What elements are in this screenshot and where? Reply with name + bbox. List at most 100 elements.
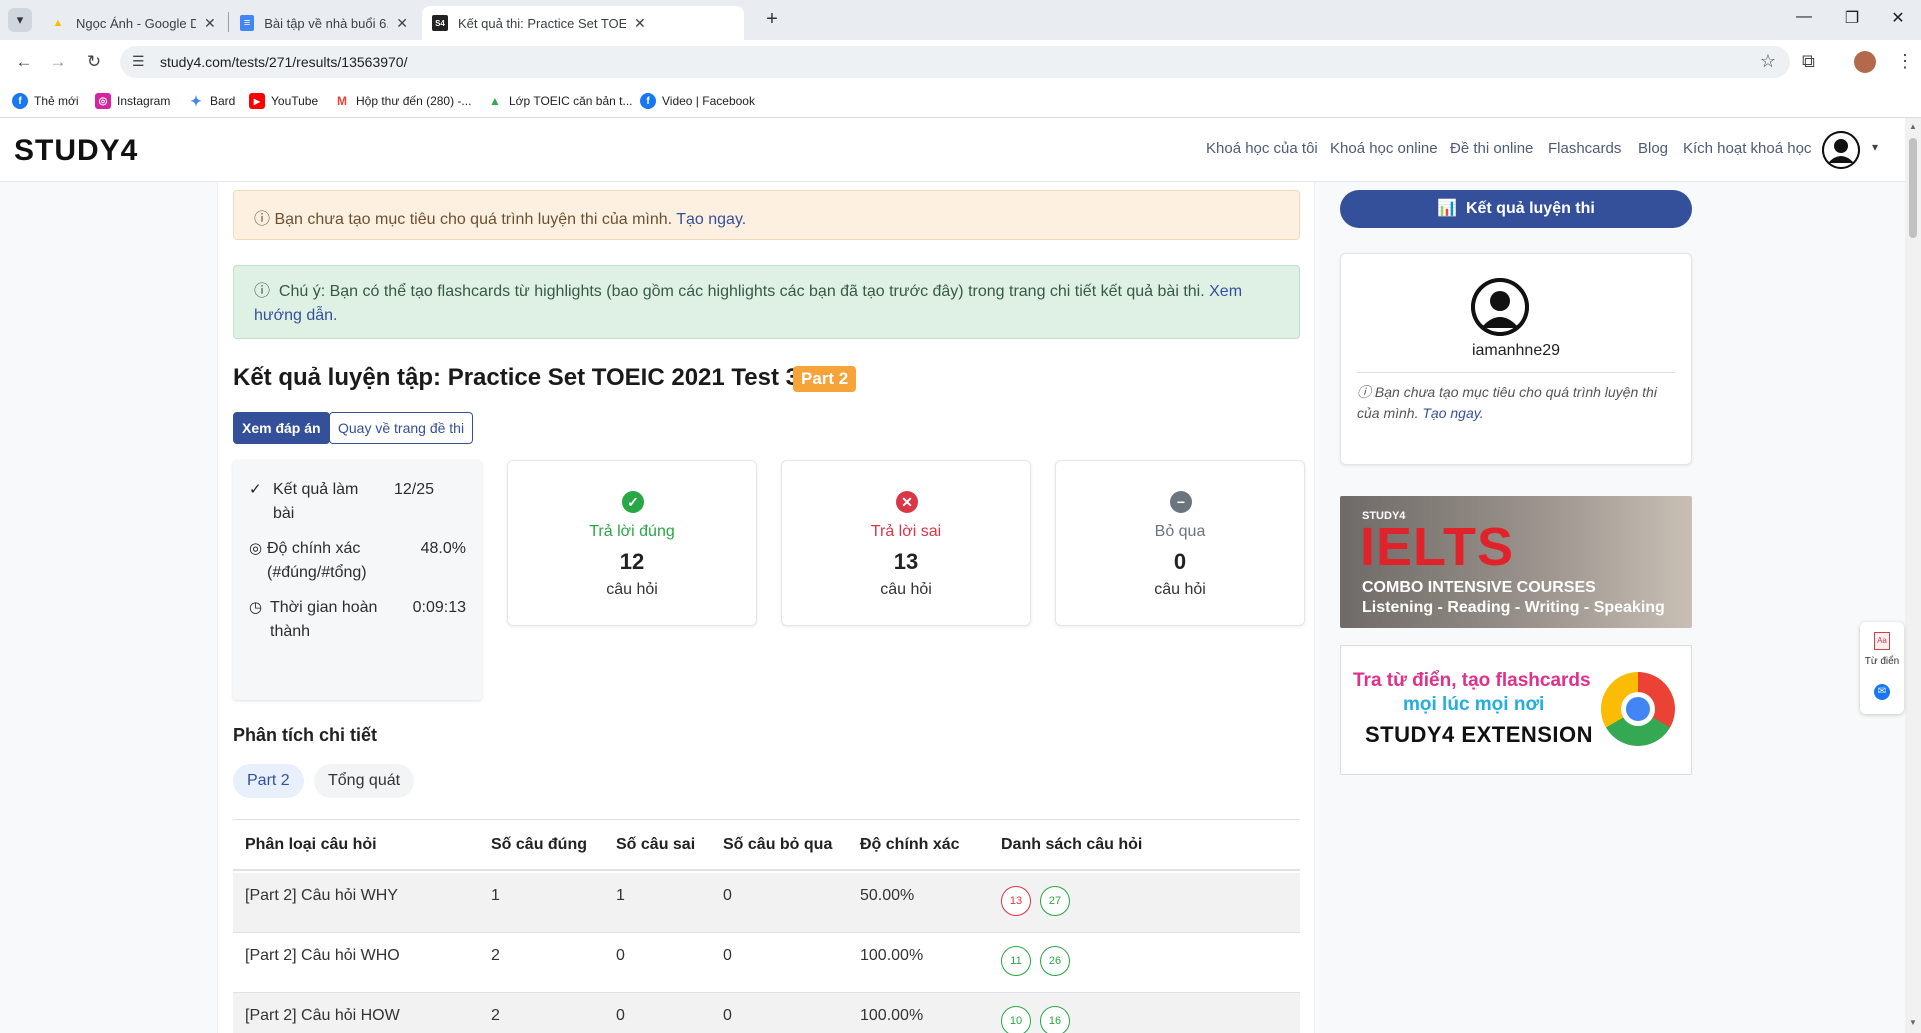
stat-value: 12 [619,549,645,574]
nav-online-tests[interactable]: Đề thi online [1450,140,1533,157]
page-scrollbar[interactable]: ▲ ▼ [1905,118,1921,1033]
tab-google-drive[interactable]: ▲ Ngọc Ánh - Google Drive ✕ [40,6,226,40]
menu-kebab-icon[interactable]: ⋮ [1896,51,1914,72]
instagram-icon: ◎ [95,93,111,109]
close-tab-icon[interactable]: ✕ [634,15,646,32]
question-number-link[interactable]: 11 [1001,946,1031,976]
accuracy-percent: 100.00% [860,1007,924,1024]
accuracy-percent: 100.00% [860,947,924,964]
goal-note-text: Bạn chưa tạo mục tiêu cho quá trình luyệ… [1357,384,1657,421]
nav-my-courses[interactable]: Khoá học của tôi [1206,140,1318,157]
x-circle-icon: ✕ [896,491,918,513]
profile-goal-note: ⓘ Bạn chưa tạo mục tiêu cho quá trình lu… [1357,382,1677,424]
close-tab-icon[interactable]: ✕ [204,15,216,32]
accuracy-label-cont: (#đúng/#tổng) [267,564,367,581]
floating-toolbar: Aa Từ điển ✉ [1860,622,1904,714]
summary-box: ✓ Kết quả làm bài 12/25 ◎ Độ chính xác (… [233,460,482,700]
stat-unit: câu hỏi [1154,581,1206,598]
tab-study4-results[interactable]: S4 Kết quả thi: Practice Set TOEIC 2 ✕ [422,6,744,40]
nav-online-courses[interactable]: Khoá học online [1330,140,1438,157]
bookmark-gmail[interactable]: M Hộp thư đến (280) -... [334,93,471,109]
goal-alert: ⓘ Bạn chưa tạo mục tiêu cho quá trình lu… [233,190,1300,240]
correct-count: 1 [491,887,500,904]
divider [1357,372,1675,373]
guide-link-cont[interactable]: hướng dẫn. [254,307,337,324]
goal-alert-text: Bạn chưa tạo mục tiêu cho quá trình luyệ… [274,211,673,228]
site-logo[interactable]: STUDY4 [14,134,138,168]
forward-icon[interactable]: → [46,50,70,74]
view-answers-button[interactable]: Xem đáp án [233,412,330,444]
bookmark-label: Thẻ mới [34,94,79,108]
tab-search-button[interactable]: ▾ [8,8,32,32]
tab-part-2[interactable]: Part 2 [233,764,304,798]
extension-banner[interactable]: Tra từ điển, tạo flashcards mọi lúc mọi … [1340,645,1692,775]
accuracy-label: Độ chính xác [267,540,361,557]
ielts-combo-banner[interactable]: STUDY4 IELTS COMBO INTENSIVE COURSES Lis… [1340,496,1692,628]
minimize-icon[interactable]: — [1792,8,1816,26]
question-number-link[interactable]: 26 [1040,946,1070,976]
messenger-icon[interactable]: ✉ [1874,684,1890,700]
test-results-label: Kết quả luyện thi [1465,200,1595,217]
chevron-down-icon[interactable]: ▾ [1872,140,1878,154]
dictionary-icon[interactable]: Aa [1874,632,1890,650]
extensions-icon[interactable]: ⧉ [1802,51,1815,72]
close-window-icon[interactable]: ✕ [1886,8,1910,28]
create-goal-link[interactable]: Tạo ngay. [1422,405,1483,421]
site-info-icon[interactable]: ☰ [132,53,145,70]
bookmark-instagram[interactable]: ◎ Instagram [95,93,170,109]
accuracy-percent: 50.00% [860,887,915,904]
info-icon: ⓘ [254,283,271,300]
user-avatar[interactable] [1822,131,1860,169]
test-results-button[interactable]: 📊 Kết quả luyện thi [1340,190,1692,228]
bookmark-star-icon[interactable]: ☆ [1760,51,1776,72]
dictionary-label[interactable]: Từ điển [1860,656,1904,667]
bookmark-bard[interactable]: ✦ Bard [188,93,235,109]
check-icon: ✓ [249,481,262,498]
nav-blog[interactable]: Blog [1638,140,1668,157]
banner-subtitle: COMBO INTENSIVE COURSES [1362,579,1596,596]
time-row: ◷ Thời gian hoàn thành 0:09:13 [249,596,474,644]
question-number-link[interactable]: 13 [1001,886,1031,916]
target-icon: ◎ [249,540,263,557]
scroll-up-icon[interactable]: ▲ [1909,122,1917,131]
create-goal-link[interactable]: Tạo ngay. [676,211,746,228]
back-icon[interactable]: ← [12,50,36,74]
close-tab-icon[interactable]: ✕ [396,15,408,32]
column-header: Số câu sai [616,836,696,853]
score-label-cont: bài [273,505,295,522]
column-header: Số câu đúng [491,836,587,853]
bookmark-video-facebook[interactable]: f Video | Facebook [640,93,755,109]
banner-skills: Listening - Reading - Writing - Speaking [1362,599,1665,616]
note-text: Chú ý: Bạn có thể tạo flashcards từ high… [278,283,1205,300]
tab-title: Ngọc Ánh - Google Drive [76,15,196,31]
nav-flashcards[interactable]: Flashcards [1548,140,1621,157]
skipped-count: 0 [723,887,732,904]
back-to-test-button[interactable]: Quay về trang đề thi [329,412,474,444]
table-row: [Part 2] Câu hỏi WHY 1 1 0 50.00% 13 27 [233,873,1300,933]
bookmark-toeic-class[interactable]: ▲ Lớp TOEIC căn bản t... [487,93,632,109]
nav-activate-course[interactable]: Kích hoạt khoá học [1683,140,1811,157]
profile-avatar[interactable] [1854,51,1876,73]
new-tab-button[interactable]: + [760,8,784,31]
question-number-link[interactable]: 10 [1001,1006,1031,1033]
profile-avatar[interactable] [1471,278,1529,336]
score-value: 12/25 [393,481,434,498]
guide-link[interactable]: Xem [1209,283,1242,300]
bookmark-new-tab[interactable]: f Thẻ mới [12,93,79,109]
bookmark-youtube[interactable]: ▶ YouTube [249,93,318,109]
tab-general[interactable]: Tổng quát [314,764,415,798]
question-number-link[interactable]: 27 [1040,886,1070,916]
table-row: [Part 2] Câu hỏi HOW 2 0 0 100.00% 10 16 [233,993,1300,1033]
url-input[interactable]: ☰ study4.com/tests/271/results/13563970/… [120,46,1790,78]
question-number-link[interactable]: 16 [1040,1006,1070,1033]
username: iamanhne29 [1471,342,1561,359]
skipped-count: 0 [723,1007,732,1024]
reload-icon[interactable]: ↻ [82,50,106,74]
tab-google-docs[interactable]: ≡ Bài tập về nhà buổi 6.docx - Go ✕ [230,6,418,40]
column-header: Phân loại câu hỏi [245,836,377,853]
stat-label: Bỏ qua [1154,523,1206,540]
restore-icon[interactable]: ❐ [1840,8,1864,28]
scroll-down-icon[interactable]: ▼ [1909,1018,1917,1027]
accuracy-value: 48.0% [420,540,466,557]
scroll-thumb[interactable] [1909,138,1917,238]
